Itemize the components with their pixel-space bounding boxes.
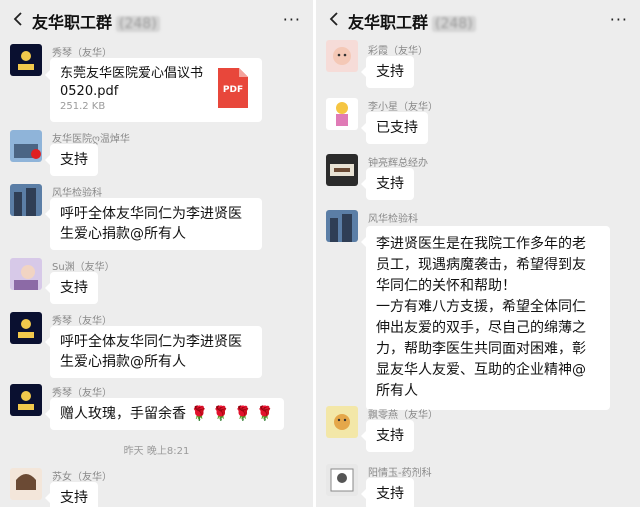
chat-pane-left: 友华职工群 (248) ··· 秀琴（友华） 东莞友华医院爱心倡议书0520.pd… (0, 0, 313, 507)
message-bubble[interactable]: 支持 (45, 272, 98, 304)
message-line: 一方有难八方支援，希望全体同仁 (376, 299, 586, 315)
message-text: 赠人玫瑰，手留余香 (60, 406, 186, 422)
avatar[interactable] (10, 258, 42, 290)
message-bubble[interactable]: 已支持 (361, 112, 428, 144)
message-line: 力，帮助李医生共同面对困难，彰 (376, 341, 586, 357)
back-arrow-icon[interactable] (10, 11, 26, 27)
chat-title: 友华职工群 (248) (348, 9, 476, 33)
message: 阳情玉-药剂科 支持 (316, 462, 640, 507)
chat-pane-right: 友华职工群 (248) ··· 彩霞（友华） 支持 李小星（友华） 已支持 钟亮辉… (316, 0, 640, 507)
member-count: (248) (116, 16, 160, 32)
message: 风华检验科 李进贤医生是在我院工作多年的老 员工，现遇病魔袭击，希望得到友 华同… (316, 208, 640, 410)
avatar[interactable] (10, 384, 42, 416)
avatar[interactable] (326, 464, 358, 496)
message-line: 李进贤医生是在我院工作多年的老 (376, 236, 586, 252)
avatar[interactable] (326, 98, 358, 130)
sender-name: 风华检验科 (52, 188, 102, 199)
avatar[interactable] (10, 130, 42, 162)
message-bubble[interactable]: 支持 (361, 478, 414, 507)
sender-name: 友华医院ღ温焯华 (52, 134, 130, 145)
chat-header: 友华职工群 (248) ··· (316, 0, 640, 38)
avatar[interactable] (326, 210, 358, 242)
sender-name: 秀琴（友华） (52, 388, 112, 399)
sender-name: 秀琴（友华） (52, 316, 112, 327)
message-bubble[interactable]: 支持 (361, 420, 414, 452)
more-dots-icon[interactable]: ··· (283, 10, 301, 29)
message-line: 显友华人友爱、互助的企业精神@ (376, 362, 586, 378)
message: 友华医院ღ温焯华 支持 (0, 128, 313, 176)
message: Su渊（友华） 支持 (0, 256, 313, 304)
message: 风华检验科 呼吁全体友华同仁为李进贤医生爱心捐款@所有人 (0, 182, 313, 252)
message: 飘零燕（友华） 支持 (316, 404, 640, 452)
message-bubble[interactable]: 赠人玫瑰，手留余香 🌹 🌹 🌹 🌹 (45, 398, 284, 430)
rose-emoji: 🌹 🌹 🌹 🌹 (190, 406, 274, 422)
avatar[interactable] (10, 312, 42, 344)
avatar[interactable] (326, 40, 358, 72)
avatar[interactable] (326, 154, 358, 186)
avatar[interactable] (10, 44, 42, 76)
timestamp: 昨天 晚上8:21 (123, 446, 190, 457)
chat-title: 友华职工群 (248) (32, 9, 160, 33)
message-bubble[interactable]: 支持 (361, 56, 414, 88)
avatar[interactable] (326, 406, 358, 438)
message: 秀琴（友华） 呼吁全体友华同仁为李进贤医生爱心捐款@所有人 (0, 310, 313, 380)
message-file: 秀琴（友华） 东莞友华医院爱心倡议书0520.pdf 251.2 KB PDF (0, 42, 313, 122)
sender-name: 彩霞（友华） (368, 46, 428, 57)
message-bubble[interactable]: 支持 (45, 482, 98, 507)
sender-name: 阳情玉-药剂科 (368, 468, 432, 479)
message-line: 华同仁的关怀和帮助！ (376, 278, 516, 294)
member-count: (248) (432, 16, 476, 32)
back-arrow-icon[interactable] (326, 11, 342, 27)
pdf-label: PDF (222, 85, 244, 95)
message-bubble[interactable]: 支持 (361, 168, 414, 200)
message: 苏女（友华） 支持 (0, 466, 313, 507)
sender-name: 秀琴（友华） (52, 48, 112, 59)
message: 钟亮辉总经办 支持 (316, 152, 640, 200)
file-card[interactable]: 东莞友华医院爱心倡议书0520.pdf 251.2 KB PDF (45, 58, 262, 122)
sender-name: 苏女（友华） (52, 472, 112, 483)
message-bubble[interactable]: 呼吁全体友华同仁为李进贤医生爱心捐款@所有人 (45, 326, 262, 378)
message-bubble[interactable]: 李进贤医生是在我院工作多年的老 员工，现遇病魔袭击，希望得到友 华同仁的关怀和帮… (361, 226, 610, 410)
avatar[interactable] (10, 184, 42, 216)
file-size: 251.2 KB (60, 101, 106, 112)
sender-name: 钟亮辉总经办 (368, 158, 428, 169)
message-line: 员工，现遇病魔袭击，希望得到友 (376, 257, 586, 273)
message-line: 所有人 (376, 383, 418, 399)
message-bubble[interactable]: 呼吁全体友华同仁为李进贤医生爱心捐款@所有人 (45, 198, 262, 250)
chat-header: 友华职工群 (248) ··· (0, 0, 313, 38)
message-bubble[interactable]: 支持 (45, 144, 98, 176)
message: 李小星（友华） 已支持 (316, 96, 640, 144)
sender-name: 飘零燕（友华） (368, 410, 438, 421)
message-line: 伸出友爱的双手，尽自己的绵薄之 (376, 320, 586, 336)
file-name: 东莞友华医院爱心倡议书0520.pdf (60, 66, 204, 99)
message: 秀琴（友华） 赠人玫瑰，手留余香 🌹 🌹 🌹 🌹 (0, 382, 313, 430)
sender-name: 风华检验科 (368, 214, 418, 225)
avatar[interactable] (10, 468, 42, 500)
sender-name: 李小星（友华） (368, 102, 438, 113)
sender-name: Su渊（友华） (52, 262, 115, 273)
message: 彩霞（友华） 支持 (316, 40, 640, 88)
more-dots-icon[interactable]: ··· (610, 10, 628, 29)
